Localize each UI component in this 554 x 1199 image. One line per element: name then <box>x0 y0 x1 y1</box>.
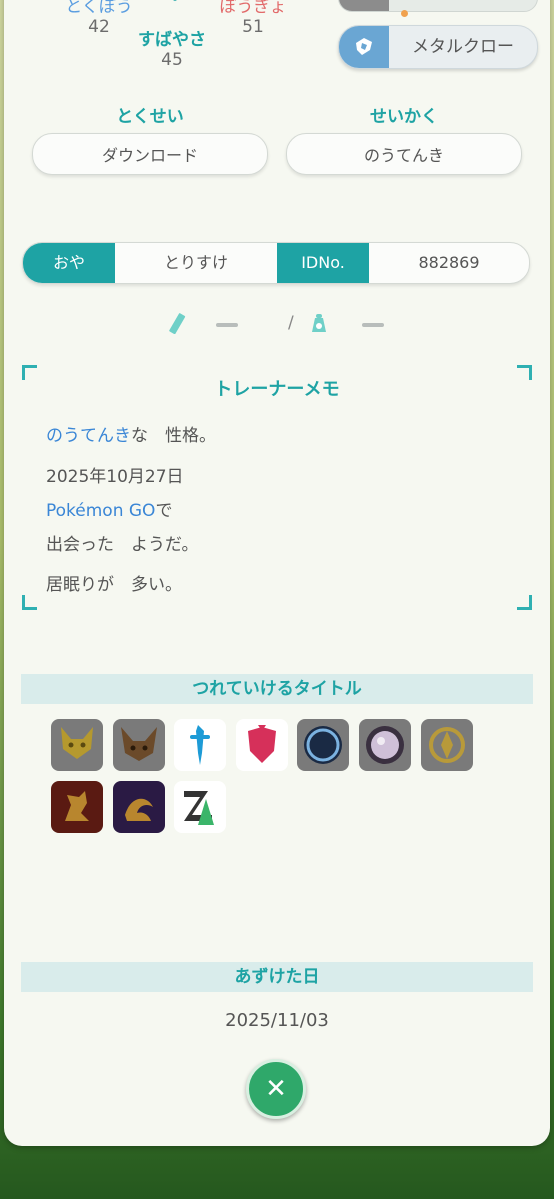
eevee-icon[interactable] <box>113 719 165 771</box>
dragon-purple-icon[interactable] <box>113 781 165 833</box>
nature-value: のうてんき <box>363 146 444 165</box>
id-value: 882869 <box>418 253 480 272</box>
move-slot-previous[interactable] <box>338 0 538 12</box>
nature-title: せいかく <box>370 107 438 127</box>
ability-value: ダウンロード <box>101 146 198 165</box>
gold-emblem-icon[interactable] <box>421 719 473 771</box>
trainer-id-bar: おや とりすけ IDNo. 882869 <box>22 242 530 284</box>
ability-title: とくせい <box>116 107 184 127</box>
memo-game-line: Pokémon GOで <box>46 496 172 521</box>
close-button[interactable]: ✕ <box>246 1059 306 1119</box>
memo-corner <box>517 595 532 610</box>
deposit-date: 2025/11/03 <box>225 1010 329 1031</box>
stat-hexagon-edge <box>172 0 178 2</box>
titles-section-header: つれていけるタイトル <box>21 674 533 704</box>
za-logo-icon[interactable] <box>174 781 226 833</box>
stat-label: ぼうぎょ <box>219 0 287 17</box>
move-button[interactable]: メタルクロー <box>338 25 538 69</box>
new-indicator-dot <box>401 10 408 17</box>
scale-weight-icon <box>308 312 330 338</box>
measure-separator: / <box>288 313 294 333</box>
ruler-icon <box>166 312 188 338</box>
trainer-memo: トレーナーメモ のうてんきな 性格。 2025年10月27日 Pokémon G… <box>22 365 532 610</box>
stat-def: ぼうぎょ 51 <box>208 0 298 37</box>
shield-icon[interactable] <box>236 719 288 771</box>
memo-nature-name: のうてんき <box>46 426 131 446</box>
memo-corner <box>22 595 37 610</box>
id-label: IDNo. <box>277 243 369 283</box>
ability-button[interactable]: ダウンロード <box>32 133 268 175</box>
memo-date: 2025年10月27日 <box>46 467 184 487</box>
height-value <box>216 323 238 327</box>
deposit-section-header: あずけた日 <box>21 962 533 992</box>
pearl-orb-icon[interactable] <box>359 719 411 771</box>
sword-icon[interactable] <box>174 719 226 771</box>
stat-value: 45 <box>161 50 183 70</box>
stat-value: 51 <box>242 17 264 37</box>
memo-met: 出会った ようだ。 <box>46 535 199 555</box>
ot-value: とりすけ <box>163 253 228 272</box>
steel-type-icon <box>339 26 389 68</box>
memo-trait: 居眠りが 多い。 <box>46 575 182 595</box>
memo-title: トレーナーメモ <box>214 379 340 400</box>
blue-orb-icon[interactable] <box>297 719 349 771</box>
memo-game-suffix: で <box>155 501 173 521</box>
nature-button[interactable]: のうてんき <box>286 133 522 175</box>
memo-nature-line: のうてんきな 性格。 <box>46 421 216 446</box>
weight-row <box>308 314 384 336</box>
close-icon: ✕ <box>265 1074 287 1104</box>
memo-nature-suffix: な 性格。 <box>131 426 216 446</box>
memo-game: Pokémon GO <box>46 501 156 521</box>
dragon-red-icon[interactable] <box>51 781 103 833</box>
ot-label: おや <box>23 243 115 283</box>
height-row <box>166 312 238 338</box>
weight-value <box>362 323 384 327</box>
pikachu-icon[interactable] <box>51 719 103 771</box>
move-name: メタルクロー <box>412 37 514 57</box>
